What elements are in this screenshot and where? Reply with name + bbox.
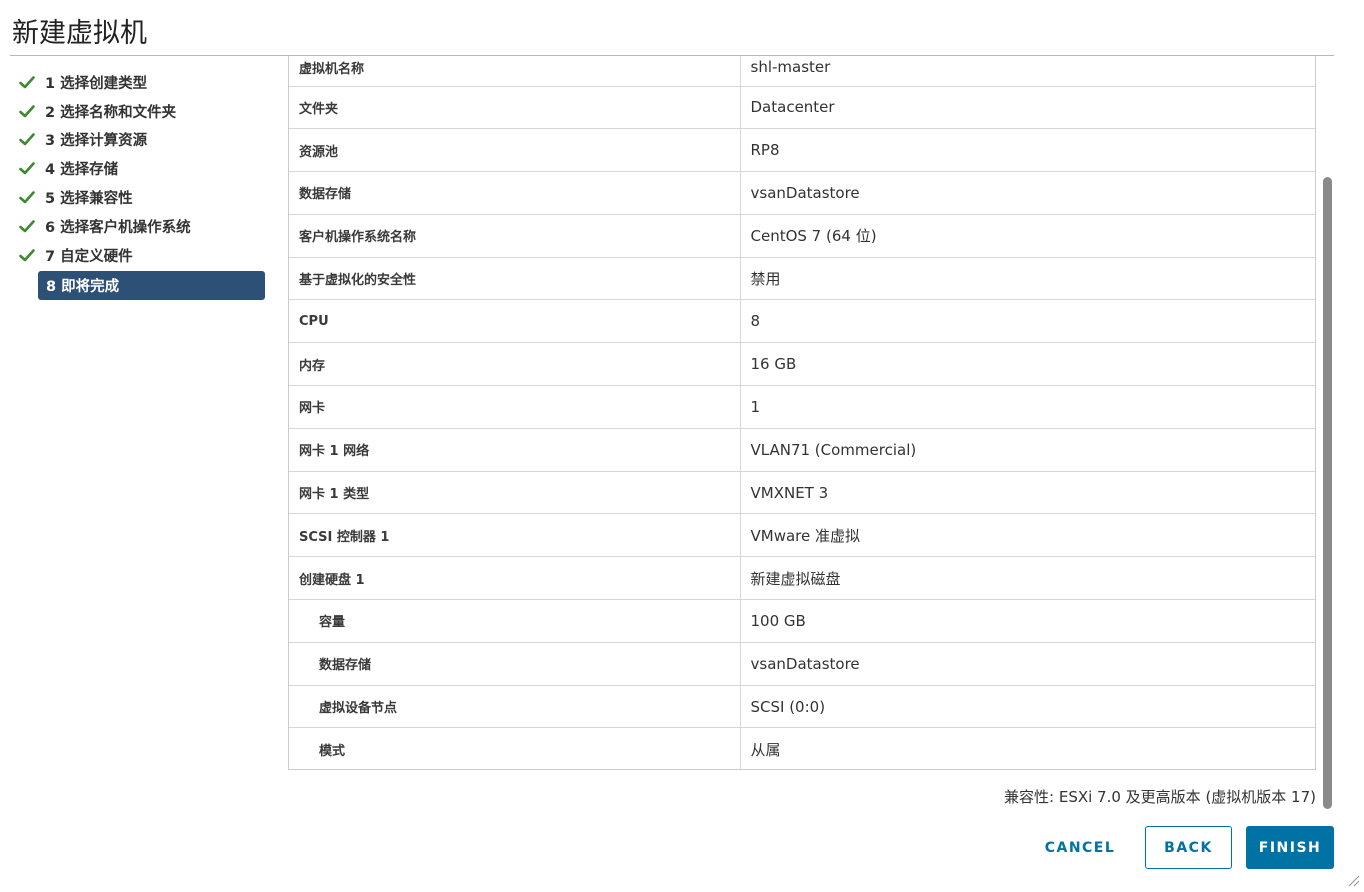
step-8-active[interactable]: 8 即将完成 xyxy=(38,270,265,300)
table-row: SCSI 控制器 1 VMware 准虚拟 xyxy=(289,513,1315,557)
table-row: 数据存储 vsanDatastore xyxy=(289,641,1315,686)
row-label: 数据存储 xyxy=(289,641,741,686)
dialog-title: 新建虚拟机 xyxy=(12,18,147,49)
row-value: 16 GB xyxy=(740,342,1315,386)
row-value: Datacenter xyxy=(740,85,1315,129)
table-row: 虚拟机名称 shl-master xyxy=(289,56,1315,86)
row-value: 100 GB xyxy=(740,599,1315,643)
table-row: 网卡 1 类型 VMXNET 3 xyxy=(289,470,1315,514)
row-label: 基于虚拟化的安全性 xyxy=(289,256,741,300)
table-row: 数据存储 vsanDatastore xyxy=(289,171,1315,215)
check-icon xyxy=(18,73,36,91)
row-value: 新建虚拟磁盘 xyxy=(740,556,1315,600)
row-value: CentOS 7 (64 位) xyxy=(740,213,1315,258)
row-value: vsanDatastore xyxy=(740,641,1315,686)
table-row: 容量 100 GB xyxy=(289,599,1315,643)
table-row: 网卡 1 网络 VLAN71 (Commercial) xyxy=(289,427,1315,472)
check-icon xyxy=(18,246,36,264)
row-label: 网卡 1 类型 xyxy=(289,470,741,514)
table-row: 虚拟设备节点 SCSI (0:0) xyxy=(289,684,1315,728)
step-label: 5 选择兼容性 xyxy=(45,191,133,208)
step-2[interactable]: 2 选择名称和文件夹 xyxy=(18,97,266,126)
row-value: RP8 xyxy=(740,128,1315,172)
table-row: CPU 8 xyxy=(289,299,1315,343)
finish-button[interactable]: FINISH xyxy=(1246,826,1334,869)
step-4[interactable]: 4 选择存储 xyxy=(18,154,266,183)
step-3[interactable]: 3 选择计算资源 xyxy=(18,126,266,155)
back-button[interactable]: BACK xyxy=(1145,826,1232,869)
row-value: 8 xyxy=(740,299,1315,343)
row-label: CPU xyxy=(289,299,741,343)
check-icon xyxy=(18,189,36,207)
summary-table: 虚拟机名称 shl-master 文件夹 Datacenter 资源池 RP8 … xyxy=(288,56,1316,770)
step-5[interactable]: 5 选择兼容性 xyxy=(18,183,266,212)
check-icon xyxy=(18,160,36,178)
check-icon xyxy=(18,217,36,235)
row-label: 网卡 1 网络 xyxy=(289,427,741,472)
table-row: 网卡 1 xyxy=(289,385,1315,429)
row-label: 容量 xyxy=(289,599,741,643)
row-value: VMware 准虚拟 xyxy=(740,513,1315,557)
step-6[interactable]: 6 选择客户机操作系统 xyxy=(18,212,266,241)
resize-grip-icon[interactable] xyxy=(1346,872,1360,887)
step-label: 1 选择创建类型 xyxy=(45,75,148,92)
step-7[interactable]: 7 自定义硬件 xyxy=(18,241,266,270)
row-label: 资源池 xyxy=(289,128,741,172)
check-icon xyxy=(18,102,36,120)
compatibility-note: 兼容性: ESXi 7.0 及更高版本 (虚拟机版本 17) xyxy=(1004,788,1316,806)
row-label: 客户机操作系统名称 xyxy=(289,213,741,258)
row-value: 1 xyxy=(740,385,1315,429)
table-row: 文件夹 Datacenter xyxy=(289,85,1315,129)
step-label: 3 选择计算资源 xyxy=(45,133,148,150)
row-label: 模式 xyxy=(289,727,741,769)
table-row: 客户机操作系统名称 CentOS 7 (64 位) xyxy=(289,213,1315,258)
row-value: 禁用 xyxy=(740,256,1315,300)
row-label: 虚拟机名称 xyxy=(289,56,741,86)
step-label: 7 自定义硬件 xyxy=(45,248,133,265)
table-row: 模式 从属 xyxy=(289,727,1315,769)
row-value: VLAN71 (Commercial) xyxy=(740,427,1315,472)
table-row: 创建硬盘 1 新建虚拟磁盘 xyxy=(289,556,1315,600)
table-row: 内存 16 GB xyxy=(289,342,1315,386)
check-icon xyxy=(18,131,36,149)
row-value: VMXNET 3 xyxy=(740,470,1315,514)
row-label: SCSI 控制器 1 xyxy=(289,513,741,557)
step-1[interactable]: 1 选择创建类型 xyxy=(18,68,266,97)
row-label: 创建硬盘 1 xyxy=(289,556,741,600)
row-value: 从属 xyxy=(740,727,1315,769)
row-label: 网卡 xyxy=(289,385,741,429)
scrollbar-thumb[interactable] xyxy=(1323,177,1332,809)
new-vm-dialog: 新建虚拟机 1 选择创建类型 2 选择名称和文件夹 3 选择计算资源 4 选择存… xyxy=(0,0,1364,892)
row-value: SCSI (0:0) xyxy=(740,684,1315,728)
step-label: 2 选择名称和文件夹 xyxy=(45,104,177,121)
cancel-button[interactable]: CANCEL xyxy=(1034,826,1126,869)
row-label: 文件夹 xyxy=(289,85,741,129)
step-label: 6 选择客户机操作系统 xyxy=(45,219,191,236)
row-label: 数据存储 xyxy=(289,171,741,215)
row-value: shl-master xyxy=(750,58,831,76)
row-label: 内存 xyxy=(289,342,741,386)
table-row: 资源池 RP8 xyxy=(289,128,1315,172)
step-label: 8 即将完成 xyxy=(46,278,120,295)
step-label: 4 选择存储 xyxy=(45,162,119,179)
table-row: 基于虚拟化的安全性 禁用 xyxy=(289,256,1315,300)
row-label: 虚拟设备节点 xyxy=(289,684,741,728)
wizard-steps: 1 选择创建类型 2 选择名称和文件夹 3 选择计算资源 4 选择存储 5 选择… xyxy=(18,68,266,300)
row-value: vsanDatastore xyxy=(740,171,1315,215)
